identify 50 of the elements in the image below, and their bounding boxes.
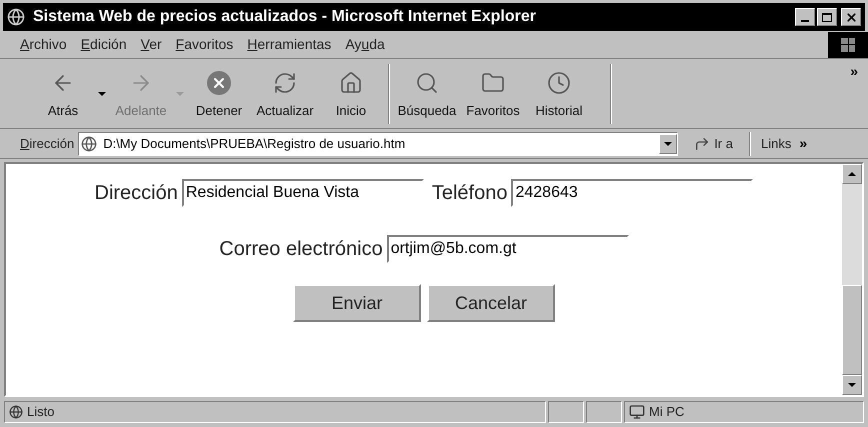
address-field[interactable]: D:\My Documents\PRUEBA\Registro de usuario.htm: [78, 132, 678, 156]
text-field[interactable]: 2428643: [511, 179, 754, 207]
field-label: Dirección: [94, 181, 178, 206]
menu-item[interactable]: Archivo: [20, 34, 67, 55]
menu-item[interactable]: Ver: [140, 34, 162, 55]
field-label: Teléfono: [432, 181, 508, 206]
status-text: Listo: [27, 403, 54, 422]
vertical-scrollbar[interactable]: [842, 164, 862, 395]
text-field[interactable]: ortjim@5b.com.gt: [386, 235, 629, 263]
field-label: Correo electrónico: [219, 237, 383, 262]
go-arrow-icon: [694, 136, 710, 152]
toolbar-button[interactable]: Inicio: [318, 64, 384, 122]
dropdown-caret-icon[interactable]: [98, 92, 106, 96]
clock-icon: [547, 71, 571, 95]
window-title: Sistema Web de precios actualizados - Microsoft Internet Explorer: [33, 7, 537, 27]
page-icon: [9, 405, 23, 419]
menu-item[interactable]: Herramientas: [247, 34, 332, 55]
close-icon: [844, 10, 858, 24]
page-icon: [81, 136, 98, 152]
toolbar-button[interactable]: Búsqueda: [394, 64, 460, 122]
toolbar-button[interactable]: Detener: [186, 64, 252, 122]
text-field[interactable]: Residencial Buena Vista: [182, 179, 424, 207]
stop-icon: [207, 71, 231, 95]
toolbar-button[interactable]: Atrás: [30, 64, 96, 122]
more-chevron[interactable]: »: [850, 61, 858, 82]
go-button[interactable]: Ir a: [694, 134, 733, 154]
status-panel: [548, 401, 584, 423]
links-button[interactable]: Links: [760, 134, 792, 154]
search-icon: [415, 71, 439, 95]
home-icon: [339, 71, 363, 95]
toolbar-button[interactable]: Historial: [526, 64, 592, 122]
zone-text: Mi PC: [649, 403, 684, 422]
close-button[interactable]: [841, 8, 861, 26]
refresh-icon: [273, 71, 297, 95]
form-button[interactable]: Cancelar: [427, 284, 555, 322]
folder-icon: [481, 71, 505, 95]
dropdown-button[interactable]: [659, 134, 678, 154]
address-label: Dirección: [20, 134, 74, 153]
browser-icon: [7, 8, 25, 26]
minimize-button[interactable]: [795, 8, 815, 26]
more-chevron[interactable]: »: [799, 133, 808, 154]
computer-icon: [629, 404, 645, 420]
menu-item[interactable]: Ayuda: [345, 34, 385, 55]
toolbar-button[interactable]: Actualizar: [252, 64, 318, 122]
toolbar-button[interactable]: Favoritos: [460, 64, 526, 122]
form-button[interactable]: Enviar: [293, 284, 421, 322]
status-panel: [586, 401, 622, 423]
menu-item[interactable]: Edición: [80, 34, 127, 55]
menu-item[interactable]: Favoritos: [176, 34, 234, 55]
maximize-button[interactable]: [817, 8, 837, 26]
